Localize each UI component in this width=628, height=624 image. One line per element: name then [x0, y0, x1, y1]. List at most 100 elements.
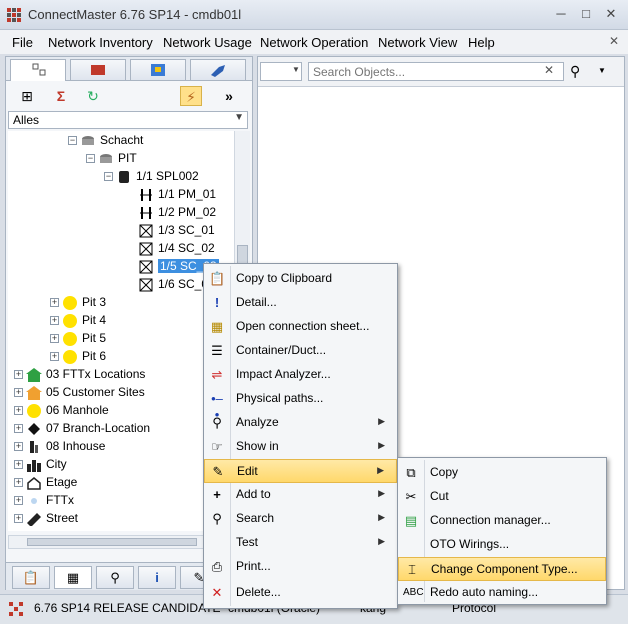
- tree-node-city[interactable]: + City: [14, 455, 67, 473]
- submenu-copy[interactable]: ⧉ Copy: [398, 461, 606, 485]
- table-icon: ▦: [210, 319, 224, 334]
- tree-node-manhole[interactable]: +06 Manhole: [14, 401, 109, 419]
- more-chevron-icon[interactable]: »: [218, 86, 240, 106]
- binoculars-tab-icon[interactable]: ⚲: [96, 566, 134, 589]
- menu-file[interactable]: File: [6, 33, 39, 52]
- clipboard-tab-icon[interactable]: 📋: [12, 566, 50, 589]
- tab-components[interactable]: [70, 59, 126, 80]
- edit-icon: ✎: [212, 464, 224, 479]
- filter-value: Alles: [13, 113, 40, 127]
- navigator-tree[interactable]: − Schacht − PIT −1/1 SPL002 1/1 PM_01 1/2 …: [8, 131, 234, 531]
- tree-node-etage[interactable]: + Etage: [14, 473, 77, 491]
- tree-node-schacht[interactable]: − Schacht: [68, 131, 143, 149]
- impact-icon: ⇌: [211, 367, 223, 382]
- chevron-down-icon[interactable]: ▼: [598, 66, 606, 75]
- pointer-icon: ☞: [211, 439, 223, 454]
- city-icon: [26, 458, 42, 472]
- hscroll-thumb[interactable]: [27, 538, 197, 546]
- info-tab-icon[interactable]: i: [138, 566, 176, 589]
- yellow-circle-icon: [62, 349, 78, 364]
- binoculars-icon[interactable]: ⚲: [570, 63, 580, 80]
- tree-node-fttx-locations[interactable]: +03 FTTx Locations: [14, 365, 145, 383]
- tree-node-spl002[interactable]: −1/1 SPL002: [104, 167, 199, 185]
- tab-connect[interactable]: [190, 59, 246, 80]
- submenu-oto-wirings[interactable]: OTO Wirings...: [398, 533, 606, 557]
- tree-node-branch-location[interactable]: +07 Branch-Location: [14, 419, 150, 437]
- menu-print[interactable]: ⎙ Print...: [204, 555, 397, 579]
- tree-node-pit[interactable]: − PIT: [86, 149, 137, 167]
- floor-icon: [26, 476, 42, 490]
- lightning-icon[interactable]: ⚡: [180, 86, 202, 106]
- menu-physical-paths[interactable]: •–• Physical paths...: [204, 387, 397, 422]
- menu-test[interactable]: Test ▶: [204, 531, 397, 555]
- port-icon: [138, 188, 154, 202]
- manhole-icon: [80, 134, 96, 148]
- submenu-change-component-type[interactable]: ⌶ Change Component Type...: [398, 557, 606, 581]
- menu-network-view[interactable]: Network View: [372, 33, 463, 52]
- splitter-icon: [116, 170, 132, 184]
- tree-node-pit5[interactable]: + Pit 5: [50, 329, 106, 347]
- tree-node-customer-sites[interactable]: +05 Customer Sites: [14, 383, 145, 401]
- menu-network-operation[interactable]: Network Operation: [254, 33, 374, 52]
- navigator-toolbar: ⊞ Σ ↻ ⚡ »: [6, 82, 252, 110]
- delete-icon: ✕: [211, 585, 223, 600]
- building-icon: [26, 440, 42, 454]
- tree-node-sc02[interactable]: 1/4 SC_02: [138, 239, 215, 257]
- collapse-tree-icon[interactable]: ⊞: [16, 86, 38, 106]
- menu-show-in[interactable]: ☞ Show in ▶: [204, 435, 397, 459]
- tree-node-street[interactable]: + Street: [14, 509, 78, 527]
- tree-node-pit6[interactable]: + Pit 6: [50, 347, 106, 365]
- submenu-arrow-icon: ▶: [377, 465, 384, 475]
- menu-detail[interactable]: ! Detail...: [204, 291, 397, 315]
- sum-icon[interactable]: Σ: [50, 86, 72, 106]
- menu-container-duct[interactable]: ☰ Container/Duct...: [204, 339, 397, 363]
- tree-node-sc01[interactable]: 1/3 SC_01: [138, 221, 215, 239]
- submenu-redo-auto-naming[interactable]: ABC Redo auto naming...: [398, 581, 606, 605]
- tab-tools[interactable]: [130, 59, 186, 80]
- tree-node-pit4[interactable]: + Pit 4: [50, 311, 106, 329]
- mdi-close-icon[interactable]: ✕: [609, 34, 619, 48]
- tree-node-pit3[interactable]: + Pit 3: [50, 293, 106, 311]
- menu-network-inventory[interactable]: Network Inventory: [42, 33, 159, 52]
- menu-impact-analyzer[interactable]: ⇌ Impact Analyzer...: [204, 363, 397, 387]
- house-green-icon: [26, 367, 42, 382]
- menu-edit[interactable]: ✎ Edit ▶: [204, 459, 397, 483]
- menu-help[interactable]: Help: [462, 33, 501, 52]
- scissors-icon: ✂: [405, 489, 417, 504]
- app-status-icon: [8, 601, 24, 617]
- menu-add-to[interactable]: + Add to ▶: [204, 483, 397, 507]
- menu-open-connection-sheet[interactable]: ▦ Open connection sheet...: [204, 315, 397, 339]
- menu-network-usage[interactable]: Network Usage: [157, 33, 258, 52]
- yellow-circle-icon: [62, 313, 78, 328]
- menu-copy-to-clipboard[interactable]: 📋 Copy to Clipboard: [204, 267, 397, 291]
- tree-node-pm02[interactable]: 1/2 PM_02: [138, 203, 216, 221]
- tree-node-inhouse[interactable]: +08 Inhouse: [14, 437, 105, 455]
- tab-tree[interactable]: [10, 59, 66, 81]
- magnifier-icon: ⚲: [212, 415, 222, 430]
- submenu-arrow-icon: ▶: [378, 536, 385, 546]
- menu-bar: File Network Inventory Network Usage Net…: [0, 30, 628, 54]
- submenu-connection-manager[interactable]: ▤ Connection manager...: [398, 509, 606, 533]
- menu-search[interactable]: ⚲ Search ▶: [204, 507, 397, 531]
- clear-search-icon[interactable]: ✕: [544, 63, 554, 77]
- connector-icon: [138, 278, 154, 292]
- search-input[interactable]: [308, 62, 564, 81]
- menu-delete[interactable]: ✕ Delete...: [204, 581, 397, 605]
- connection-manager-icon: ▤: [404, 513, 418, 528]
- app-icon: [6, 7, 22, 23]
- minimize-button[interactable]: ─: [550, 4, 572, 24]
- submenu-cut[interactable]: ✂ Cut: [398, 485, 606, 509]
- filter-select[interactable]: Alles ▼: [8, 111, 248, 129]
- chevron-down-icon: ▼: [234, 112, 244, 123]
- maximize-button[interactable]: □: [575, 4, 597, 24]
- street-icon: [26, 512, 42, 527]
- tree-node-pm01[interactable]: 1/1 PM_01: [138, 185, 216, 203]
- info-icon: !: [214, 295, 220, 310]
- refresh-icon[interactable]: ↻: [82, 86, 104, 106]
- path-icon: •–•: [211, 391, 223, 422]
- tree-node-fttx[interactable]: + FTTx: [14, 491, 74, 509]
- plus-icon: +: [213, 487, 221, 502]
- menu-analyze[interactable]: ⚲ Analyze ▶: [204, 411, 397, 435]
- table-tab-icon[interactable]: ▦: [54, 566, 92, 589]
- close-button[interactable]: ✕: [600, 4, 622, 24]
